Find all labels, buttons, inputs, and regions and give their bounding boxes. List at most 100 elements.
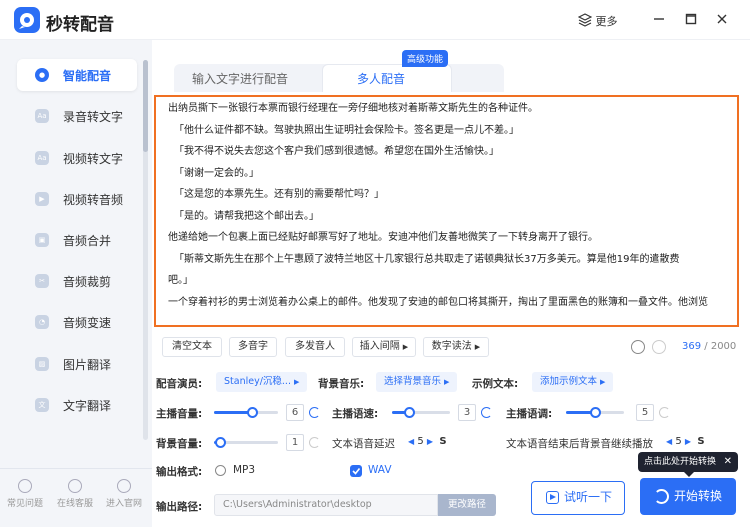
editor-line: 「谢谢一定会的。」 bbox=[174, 167, 259, 179]
start-tooltip: 点击此处开始转换 ✕ bbox=[638, 452, 738, 477]
after-unit: S bbox=[697, 436, 705, 447]
sidebar-item-audio-speed[interactable]: ◔ 音频变速 bbox=[17, 306, 137, 338]
insert-pause-button[interactable]: 插入间隔 ▶ bbox=[352, 337, 416, 357]
more-button[interactable]: 更多 bbox=[578, 13, 618, 29]
sidebar-item-label: 音频变速 bbox=[63, 316, 112, 330]
sample-value: 添加示例文本 bbox=[540, 376, 598, 387]
bg-volume-slider[interactable] bbox=[214, 437, 278, 448]
bgm-label: 背景音乐: bbox=[318, 378, 365, 390]
editor-line: 「这是您的本票先生。还有别的需要帮忙吗？」 bbox=[174, 189, 384, 200]
image-translate-icon: ▨ bbox=[35, 357, 49, 371]
voice-select[interactable]: Stanley/沉稳... ▶ bbox=[216, 372, 308, 392]
check-icon bbox=[352, 468, 361, 475]
service-label: 在线客服 bbox=[56, 499, 93, 509]
after-stepper[interactable]: ◀ 5 ▶ S bbox=[666, 436, 705, 447]
slider-knob[interactable] bbox=[215, 437, 227, 448]
website-link[interactable]: 进入官网 bbox=[102, 479, 146, 509]
close-icon[interactable] bbox=[714, 11, 730, 27]
wav-checkbox[interactable] bbox=[350, 465, 362, 477]
tooltip-close-icon[interactable]: ✕ bbox=[724, 452, 732, 472]
premium-badge: 高级功能 bbox=[402, 50, 449, 67]
sidebar-item-record-to-text[interactable]: Aa 录音转文字 bbox=[17, 100, 137, 132]
text-editor[interactable]: 出纳员撕下一张银行本票而银行经理在一旁仔细地核对着斯蒂文斯先生的各种证件。 「他… bbox=[154, 95, 739, 327]
bg-volume-value[interactable]: 1 bbox=[286, 434, 304, 451]
after-value: 5 bbox=[675, 436, 682, 447]
sidebar-item-label: 智能配音 bbox=[63, 69, 112, 83]
bgm-select[interactable]: 选择背景音乐 ▶ bbox=[376, 372, 458, 392]
clear-text-button[interactable]: 清空文本 bbox=[162, 337, 222, 357]
reset-icon[interactable] bbox=[481, 407, 492, 418]
start-convert-button[interactable]: 开始转换 bbox=[640, 478, 736, 515]
host-volume-label: 主播音量: bbox=[156, 408, 203, 420]
host-tone-slider[interactable] bbox=[566, 407, 624, 418]
redo-icon[interactable] bbox=[652, 340, 666, 354]
increase-icon[interactable]: ▶ bbox=[427, 437, 433, 446]
start-label: 开始转换 bbox=[673, 489, 722, 503]
sidebar-item-audio-crop[interactable]: ✂ 音频裁剪 bbox=[17, 265, 137, 297]
slider-knob[interactable] bbox=[404, 407, 416, 418]
sidebar-scroll-thumb[interactable] bbox=[143, 60, 148, 152]
editor-line: 一个穿着衬衫的男士浏览着办公桌上的邮件。他发现了安迪的邮包口将其撕开，掏出了里面… bbox=[168, 296, 708, 308]
sidebar-item-text-translate[interactable]: 文 文字翻译 bbox=[17, 389, 137, 421]
tab-text-dubbing[interactable]: 输入文字进行配音 bbox=[192, 70, 288, 87]
host-volume-value[interactable]: 6 bbox=[286, 404, 304, 421]
video-audio-icon: ▶ bbox=[35, 192, 49, 206]
website-icon bbox=[117, 479, 131, 493]
sidebar-item-video-to-text[interactable]: Aa 视频转文字 bbox=[17, 142, 137, 174]
host-speed-slider[interactable] bbox=[392, 407, 450, 418]
reset-icon[interactable] bbox=[309, 437, 320, 448]
insert-pause-label: 插入间隔 bbox=[359, 341, 400, 352]
multi-speaker-button[interactable]: 多发音人 bbox=[285, 337, 345, 357]
video-text-icon: Aa bbox=[35, 151, 49, 165]
caret-right-icon: ▶ bbox=[474, 343, 481, 351]
char-count: 369 / 2000 bbox=[682, 341, 736, 352]
host-speed-value[interactable]: 3 bbox=[458, 404, 476, 421]
mp3-radio[interactable] bbox=[215, 465, 226, 476]
slider-knob[interactable] bbox=[247, 407, 259, 418]
bg-volume-label: 背景音量: bbox=[156, 438, 203, 450]
increase-icon[interactable]: ▶ bbox=[685, 437, 691, 446]
caret-right-icon: ▶ bbox=[444, 378, 450, 386]
tab-multi-speaker[interactable]: 多人配音 bbox=[357, 70, 405, 87]
editor-line: 「是的。请帮我把这个邮出去。」 bbox=[174, 210, 319, 222]
output-path-input[interactable]: C:\Users\Administrator\desktop bbox=[214, 494, 438, 516]
sidebar-item-audio-merge[interactable]: ▣ 音频合并 bbox=[17, 224, 137, 256]
reset-icon[interactable] bbox=[309, 407, 320, 418]
undo-icon[interactable] bbox=[631, 340, 645, 354]
decrease-icon[interactable]: ◀ bbox=[408, 437, 414, 446]
tab-bar: 输入文字进行配音 多人配音 bbox=[174, 64, 504, 92]
slider-knob[interactable] bbox=[590, 407, 601, 418]
speed-icon: ◔ bbox=[35, 315, 49, 329]
sidebar-item-video-to-audio[interactable]: ▶ 视频转音频 bbox=[17, 183, 137, 215]
app-title: 秒转配音 bbox=[46, 15, 114, 35]
editor-line: 吧。」 bbox=[168, 275, 193, 286]
sample-select[interactable]: 添加示例文本 ▶ bbox=[532, 372, 614, 392]
change-path-button[interactable]: 更改路径 bbox=[438, 494, 496, 516]
maximize-icon[interactable] bbox=[683, 11, 699, 27]
help-link[interactable]: 常见问题 bbox=[3, 479, 47, 509]
number-read-button[interactable]: 数字读法 ▶ bbox=[423, 337, 489, 357]
sidebar-item-label: 图片翻译 bbox=[63, 358, 112, 372]
reset-icon[interactable] bbox=[659, 407, 670, 418]
number-read-label: 数字读法 bbox=[431, 341, 472, 352]
decrease-icon[interactable]: ◀ bbox=[666, 437, 672, 446]
text-translate-icon: 文 bbox=[35, 398, 49, 412]
website-label: 进入官网 bbox=[105, 499, 142, 509]
polyphone-button[interactable]: 多音字 bbox=[229, 337, 277, 357]
delay-stepper[interactable]: ◀ 5 ▶ S bbox=[408, 436, 447, 447]
more-label: 更多 bbox=[595, 15, 618, 28]
listen-button[interactable]: 试听一下 bbox=[531, 481, 625, 515]
record-icon: Aa bbox=[35, 109, 49, 123]
help-label: 常见问题 bbox=[6, 499, 43, 509]
sidebar-item-image-translate[interactable]: ▨ 图片翻译 bbox=[17, 348, 137, 380]
minimize-icon[interactable] bbox=[651, 11, 667, 27]
editor-line: 「他什么证件都不缺。驾驶执照出生证明社会保险卡。签名更是一点儿不差。」 bbox=[174, 124, 519, 136]
delay-value: 5 bbox=[417, 436, 424, 447]
host-volume-slider[interactable] bbox=[214, 407, 278, 418]
sidebar-item-label: 音频合并 bbox=[63, 234, 112, 248]
service-link[interactable]: 在线客服 bbox=[53, 479, 97, 509]
sidebar-item-smart-dubbing[interactable]: ● 智能配音 bbox=[17, 59, 137, 91]
merge-icon: ▣ bbox=[35, 233, 49, 247]
editor-toolbar: 清空文本 多音字 多发音人 插入间隔 ▶ 数字读法 ▶ 369 / 2000 bbox=[152, 337, 750, 357]
host-tone-value[interactable]: 5 bbox=[636, 404, 654, 421]
